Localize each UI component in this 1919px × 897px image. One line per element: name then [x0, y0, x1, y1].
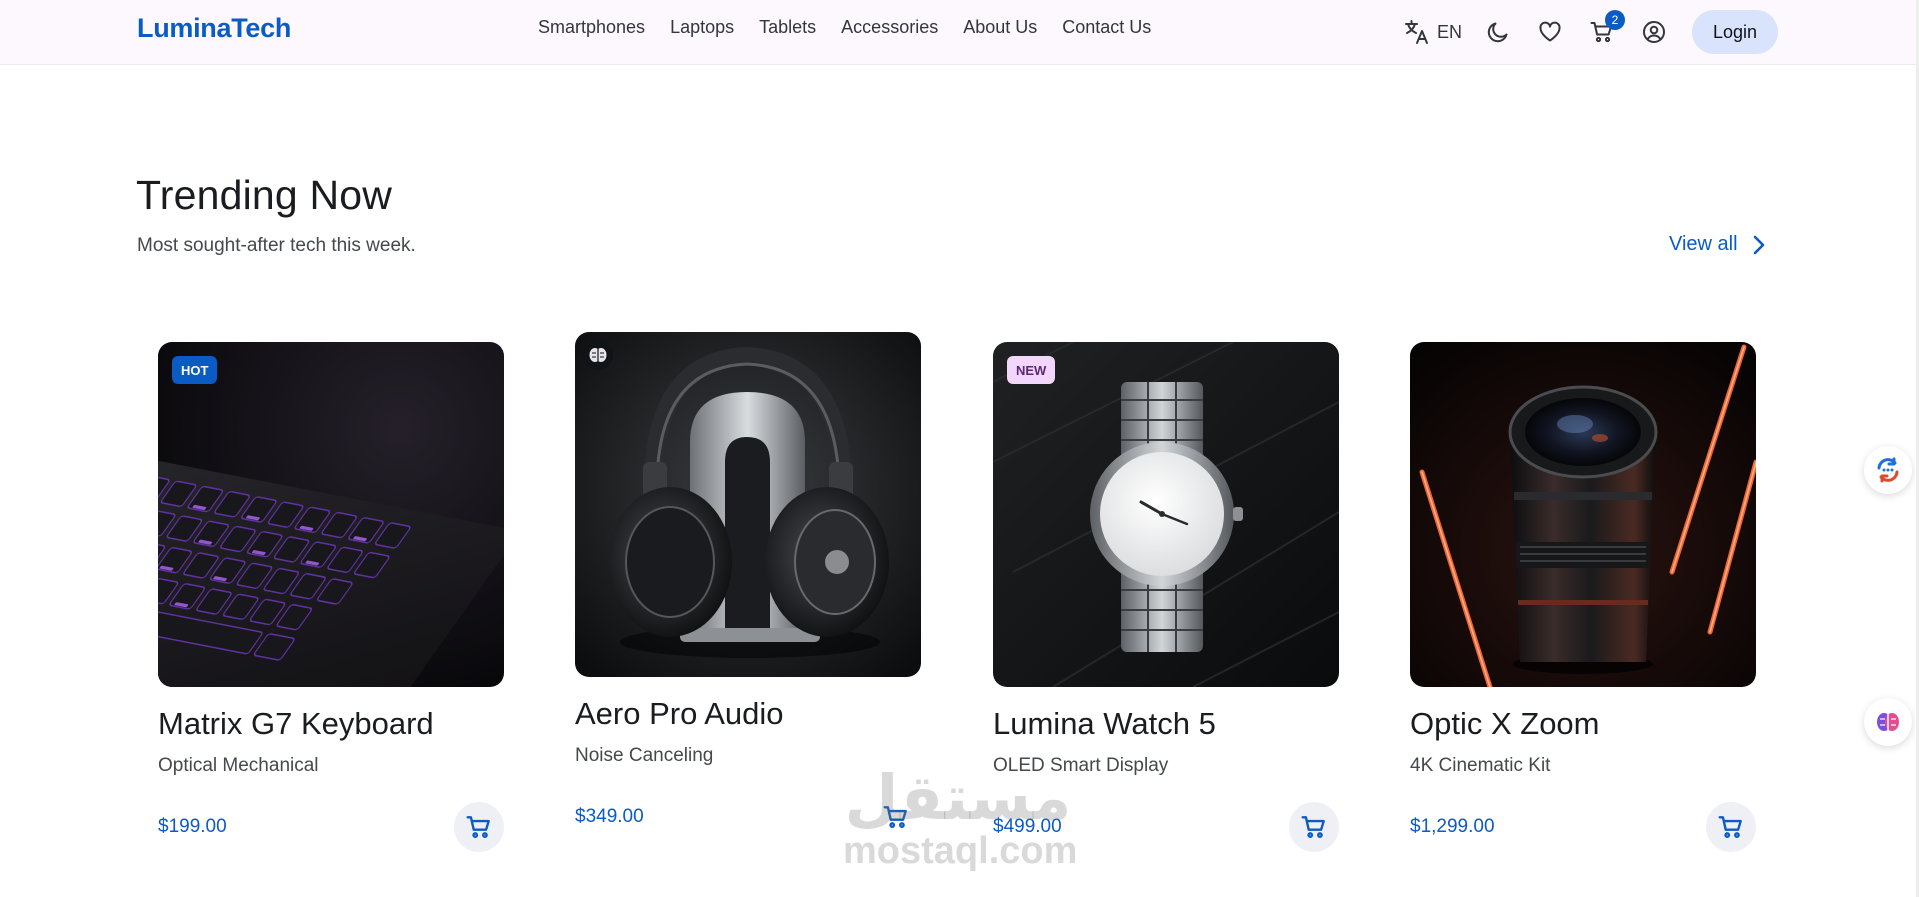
product-image[interactable]: NEW: [993, 342, 1339, 687]
product-card[interactable]: NEW Lumina Watch 5 OLED Smart Display $4…: [993, 342, 1339, 852]
product-card[interactable]: Optic X Zoom 4K Cinematic Kit $1,299.00: [1410, 342, 1756, 852]
add-to-cart-button[interactable]: [454, 802, 504, 852]
nav-item-smartphones[interactable]: Smartphones: [538, 17, 645, 38]
brain-icon: [1877, 713, 1899, 731]
account-icon[interactable]: [1640, 18, 1668, 46]
product-image[interactable]: HOT: [158, 342, 504, 687]
product-image[interactable]: [575, 332, 921, 677]
view-all-link[interactable]: View all: [1669, 233, 1766, 256]
view-all-label: View all: [1669, 233, 1738, 255]
cart-icon: [1718, 816, 1742, 838]
product-subtitle: Optical Mechanical: [158, 755, 319, 776]
nav-item-about-us[interactable]: About Us: [963, 17, 1037, 38]
heart-icon[interactable]: [1536, 18, 1564, 46]
sync-chat-icon: [1877, 457, 1899, 483]
nav-item-contact-us[interactable]: Contact Us: [1062, 17, 1151, 38]
new-badge: NEW: [1007, 356, 1056, 384]
site-header: LuminaTech Smartphones Laptops Tablets A…: [0, 0, 1919, 65]
cart-count-badge: 2: [1605, 10, 1626, 30]
nav-item-accessories[interactable]: Accessories: [841, 17, 938, 38]
login-button[interactable]: Login: [1692, 10, 1779, 54]
brain-icon: [583, 340, 613, 370]
language-code: EN: [1437, 21, 1463, 42]
product-name[interactable]: Lumina Watch 5: [993, 706, 1216, 742]
product-price: $349.00: [575, 806, 644, 827]
section-subtitle: Most sought-after tech this week.: [137, 235, 416, 256]
ai-assistant-button[interactable]: [1864, 698, 1912, 746]
product-price: $499.00: [993, 816, 1062, 837]
product-name[interactable]: Optic X Zoom: [1410, 706, 1600, 742]
cart-icon: [1301, 816, 1325, 838]
product-subtitle: OLED Smart Display: [993, 755, 1169, 776]
translate-widget-button[interactable]: [1864, 446, 1912, 494]
translate-icon: [1403, 18, 1431, 46]
hot-badge: HOT: [172, 356, 218, 384]
nav-item-tablets[interactable]: Tablets: [759, 17, 816, 38]
product-price: $199.00: [158, 816, 227, 837]
main-nav: Smartphones Laptops Tablets Accessories …: [538, 17, 1151, 38]
product-name[interactable]: Aero Pro Audio: [575, 696, 784, 732]
cart-icon: [466, 816, 490, 838]
product-subtitle: 4K Cinematic Kit: [1410, 755, 1551, 776]
chevron-right-icon: [1753, 235, 1764, 254]
cart-icon[interactable]: 2: [1588, 10, 1626, 46]
nav-item-laptops[interactable]: Laptops: [670, 17, 734, 38]
add-to-cart-button[interactable]: [871, 792, 921, 842]
cart-icon: [883, 806, 907, 828]
product-subtitle: Noise Canceling: [575, 745, 714, 766]
header-toolbar: EN 2 Login: [1403, 7, 1779, 57]
language-switcher[interactable]: EN: [1403, 18, 1462, 46]
add-to-cart-button[interactable]: [1289, 802, 1339, 852]
section-title: Trending Now: [136, 172, 393, 218]
brand-logo[interactable]: LuminaTech: [137, 13, 291, 44]
product-image[interactable]: [1410, 342, 1756, 687]
product-price: $1,299.00: [1410, 816, 1495, 837]
product-card[interactable]: HOT Matrix G7 Keyboard Optical Mechanica…: [158, 342, 504, 852]
moon-icon[interactable]: [1484, 18, 1512, 46]
add-to-cart-button[interactable]: [1706, 802, 1756, 852]
product-card[interactable]: Aero Pro Audio Noise Canceling $349.00: [575, 332, 921, 828]
product-name[interactable]: Matrix G7 Keyboard: [158, 706, 434, 742]
